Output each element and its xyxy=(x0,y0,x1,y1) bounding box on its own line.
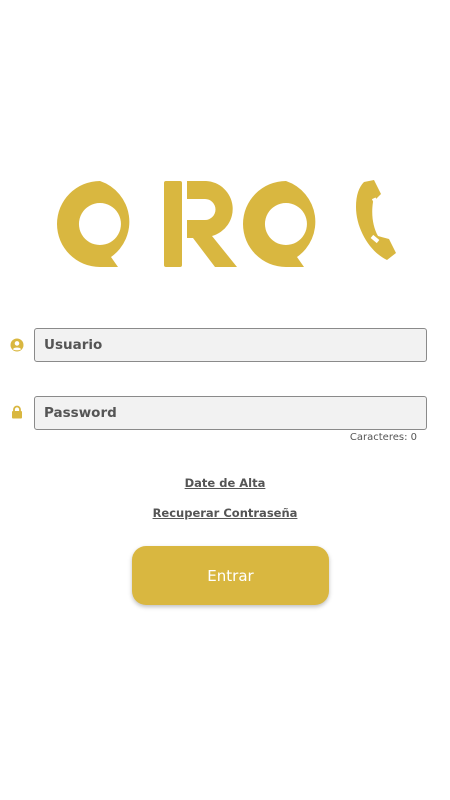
lock-icon xyxy=(12,405,22,419)
oroc-logo xyxy=(57,180,396,267)
password-input[interactable] xyxy=(34,396,427,430)
signup-link[interactable]: Date de Alta xyxy=(0,476,450,490)
username-row xyxy=(0,328,450,362)
password-char-count: Caracteres: 0 xyxy=(349,432,417,443)
recover-password-link[interactable]: Recuperar Contraseña xyxy=(0,506,450,520)
password-row xyxy=(0,396,450,430)
login-screen: Caracteres: 0 Date de Alta Recuperar Con… xyxy=(0,0,450,800)
username-input[interactable] xyxy=(34,328,427,362)
login-button[interactable]: Entrar xyxy=(132,546,329,605)
user-circle-icon xyxy=(10,338,24,352)
